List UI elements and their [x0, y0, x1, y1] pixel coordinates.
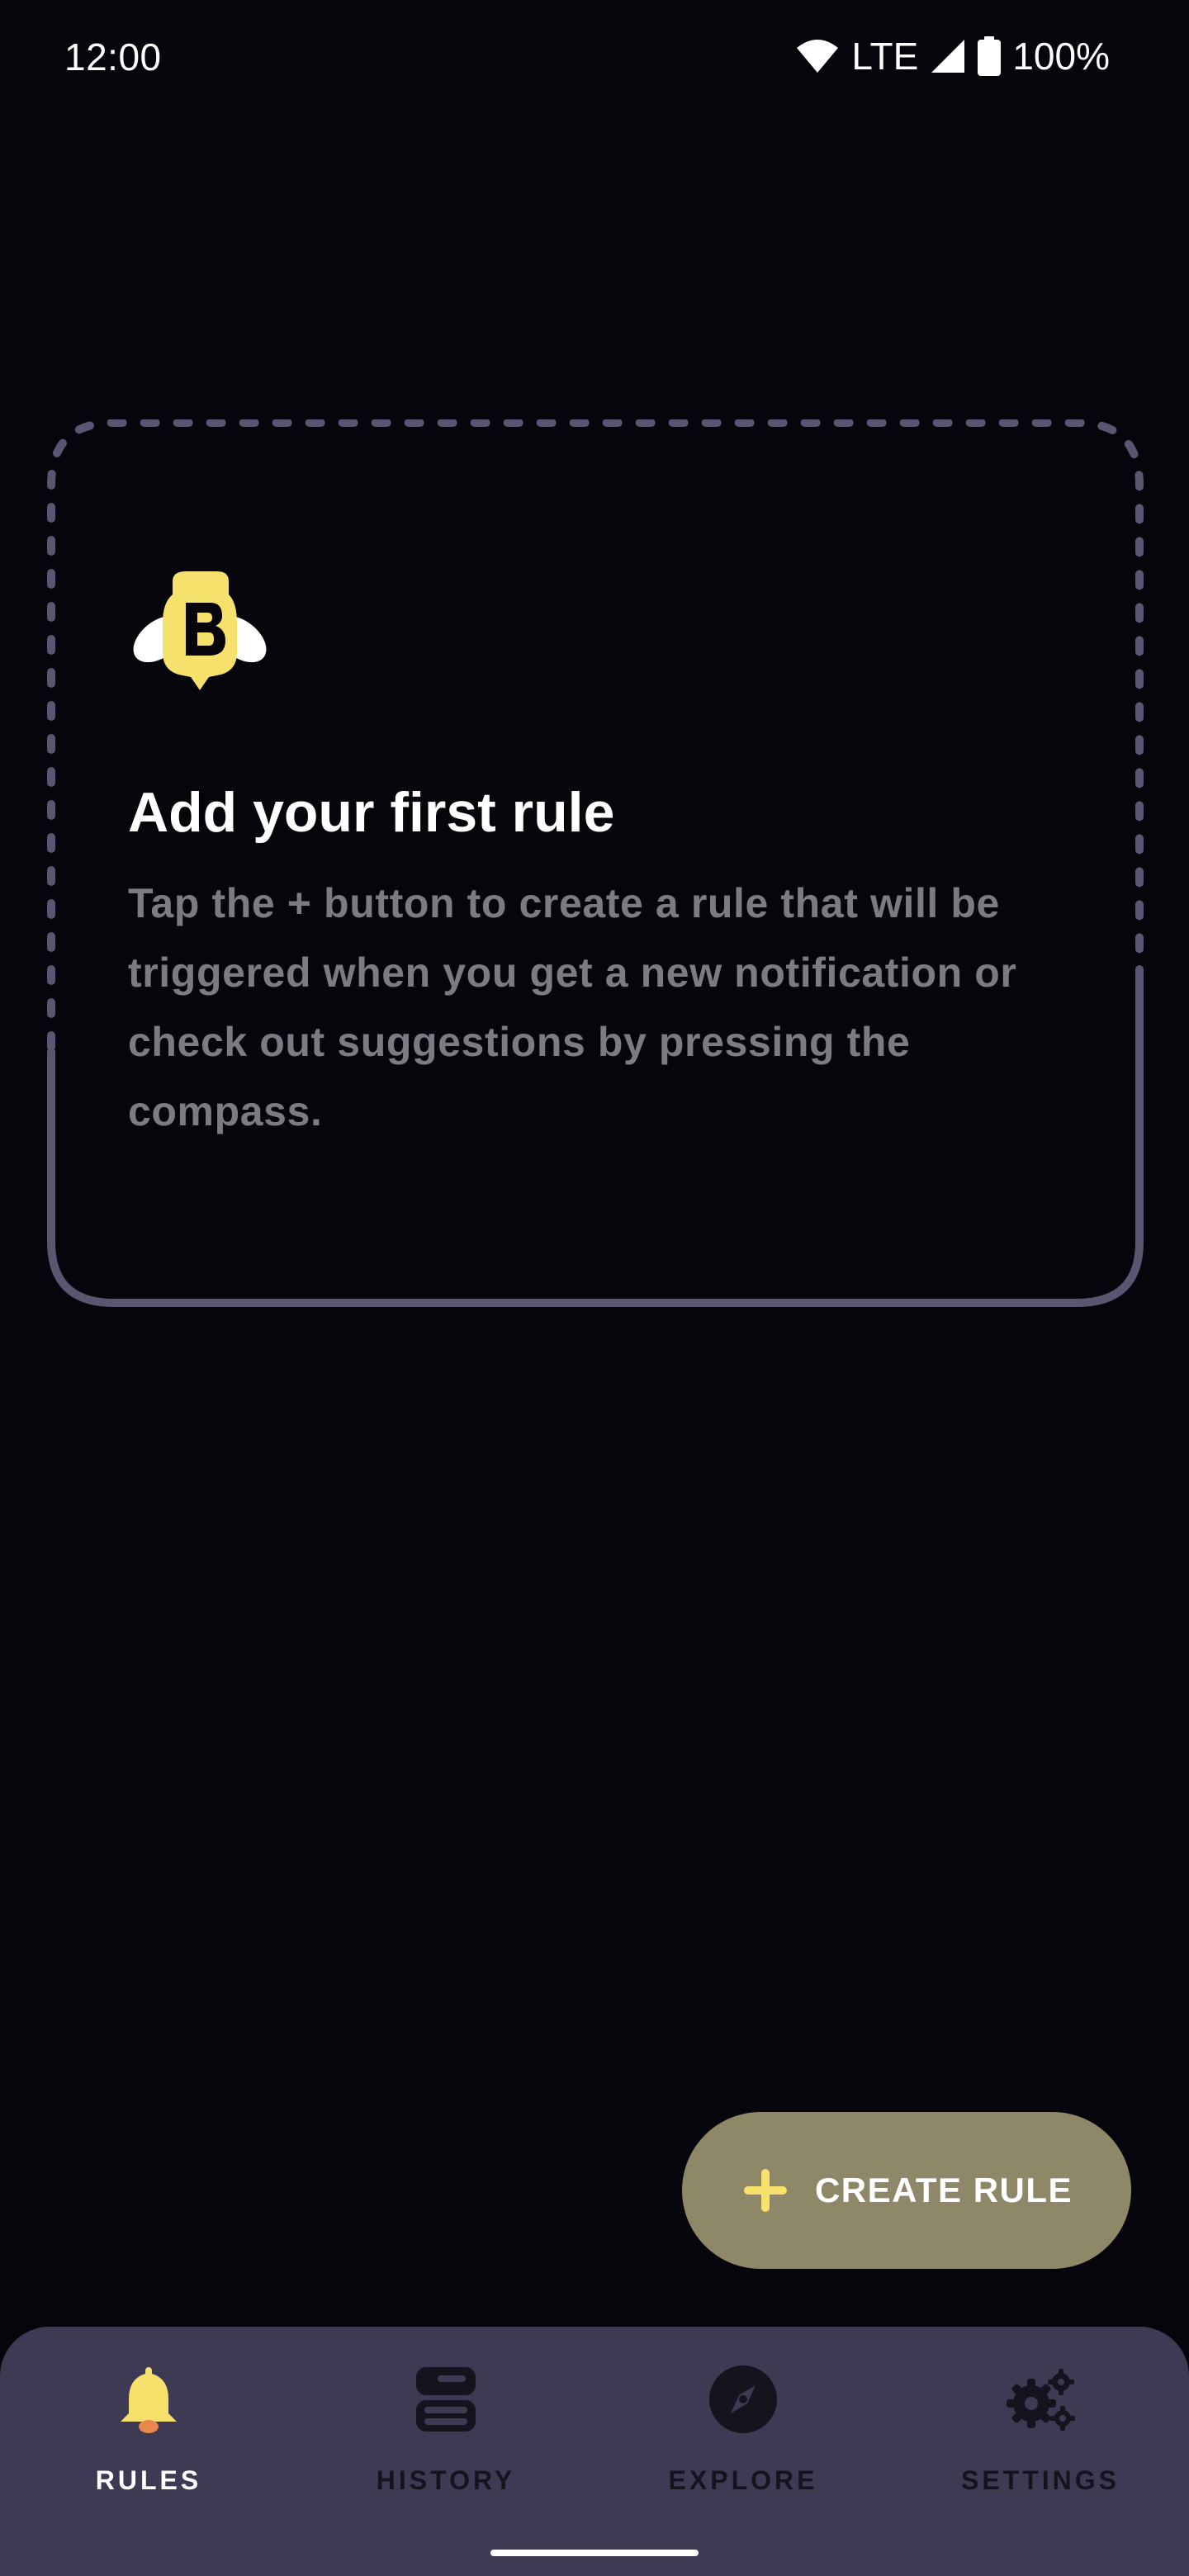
empty-state-description: Tap the + button to create a rule that w…	[128, 880, 1017, 1134]
bell-icon	[109, 2360, 188, 2439]
status-time: 12:00	[64, 36, 162, 78]
create-rule-label: CREATE RULE	[814, 2171, 1073, 2209]
nav-item-explore[interactable]: EXPLORE	[594, 2360, 892, 2525]
gears-icon	[1001, 2360, 1080, 2439]
nav-label-explore: EXPLORE	[668, 2465, 818, 2495]
history-icon	[406, 2360, 486, 2439]
battery-icon	[978, 36, 1002, 76]
cell-signal-icon	[930, 38, 966, 74]
nav-label-settings: SETTINGS	[960, 2465, 1120, 2495]
battery-percent: 100%	[1012, 35, 1110, 78]
create-rule-button[interactable]: CREATE RULE	[682, 2112, 1131, 2269]
compass-icon	[703, 2360, 783, 2439]
gesture-navigation-bar[interactable]	[490, 2550, 699, 2556]
nav-label-history: HISTORY	[376, 2465, 516, 2495]
nav-label-rules: RULES	[95, 2465, 202, 2495]
status-indicators: LTE 100%	[795, 33, 1110, 79]
status-bar: 12:00 LTE 100%	[0, 0, 1189, 116]
empty-state-title: Add your first rule	[128, 781, 615, 844]
empty-state-card: Add your first rule Tap the + button to …	[128, 570, 1069, 1146]
bottom-navigation: RULES HISTORY EXPLORE SETTINGS	[0, 2327, 1189, 2576]
nav-item-rules[interactable]: RULES	[0, 2360, 297, 2525]
nav-item-history[interactable]: HISTORY	[297, 2360, 594, 2525]
network-type: LTE	[851, 35, 919, 78]
rules-screen: 12:00 LTE 100% Add your first rule Tap t…	[0, 0, 1189, 2576]
plus-icon	[743, 2169, 787, 2212]
wifi-icon	[795, 38, 840, 74]
bee-logo-icon	[133, 571, 267, 690]
nav-item-settings[interactable]: SETTINGS	[892, 2360, 1189, 2525]
